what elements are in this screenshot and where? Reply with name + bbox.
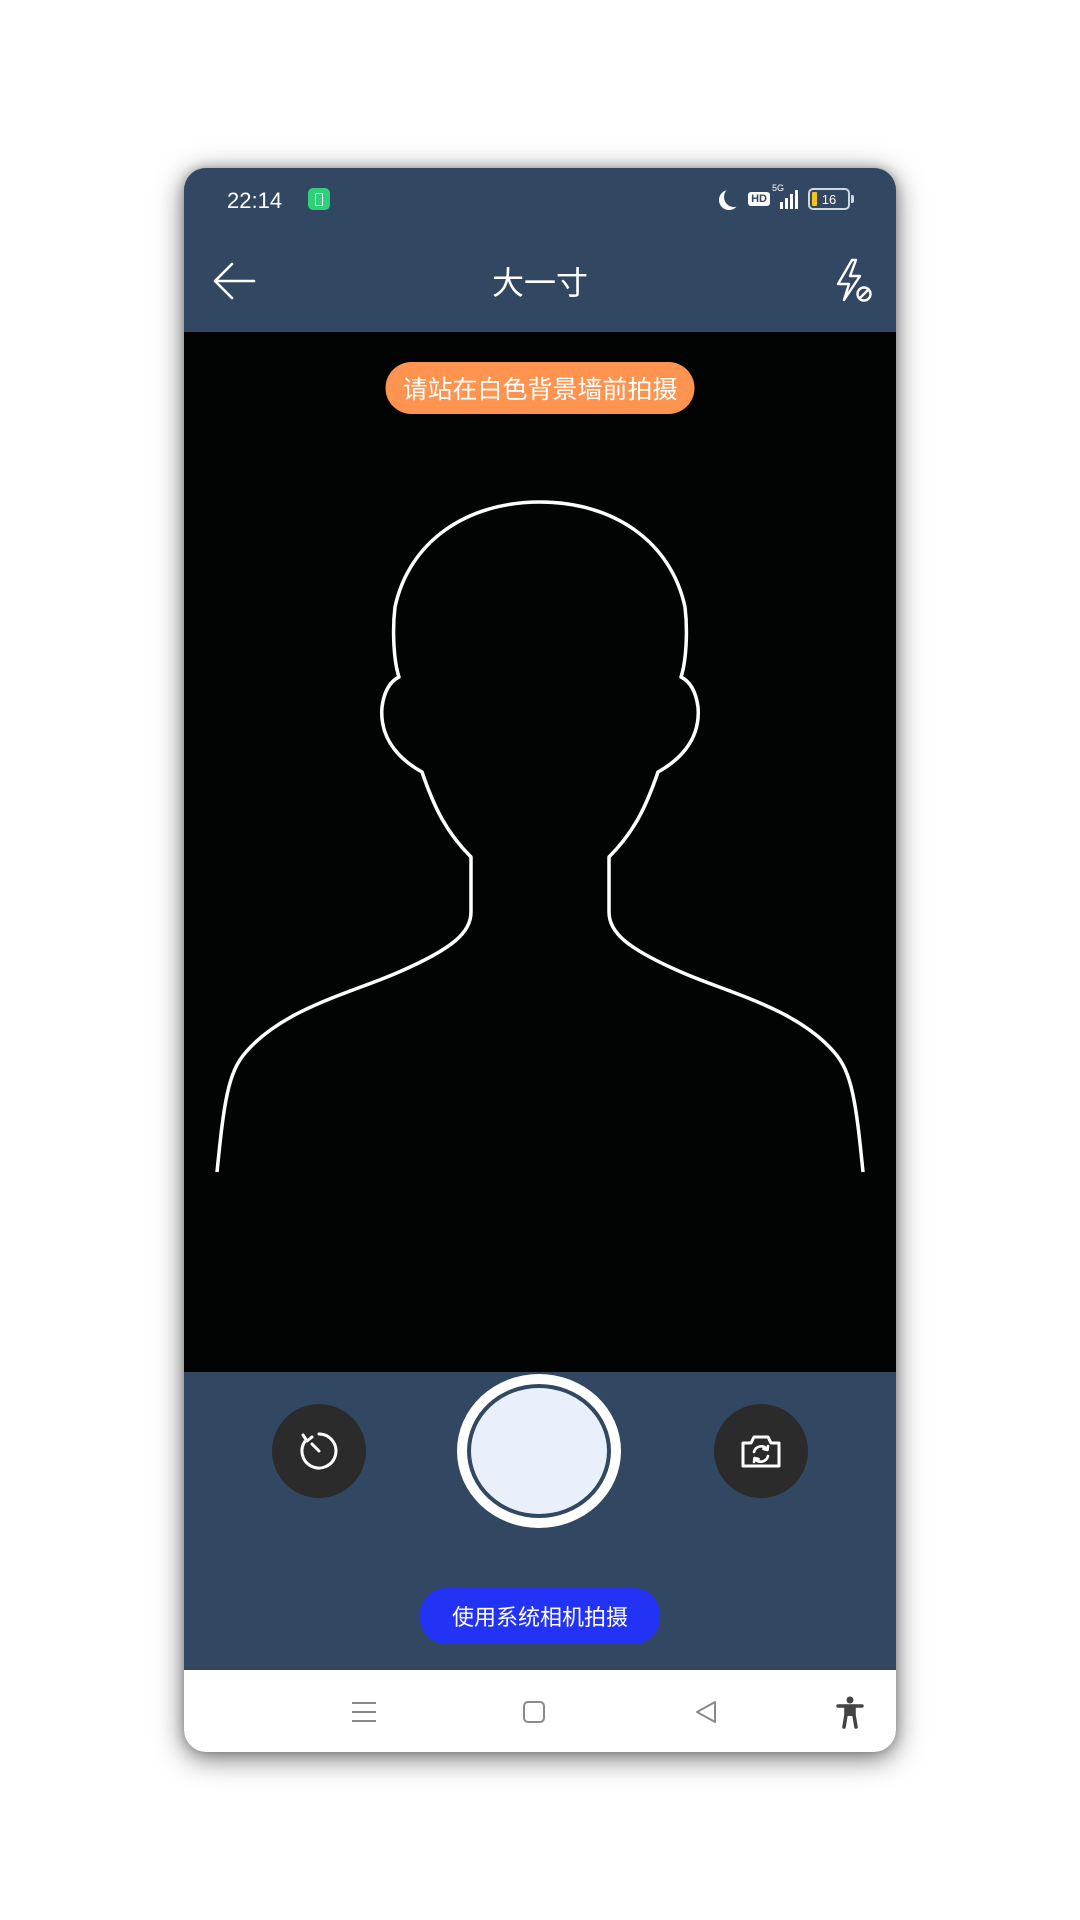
battery-level: 16 — [821, 191, 837, 207]
timer-icon — [300, 1432, 338, 1470]
status-bar: 22:14 HD 5G 16 — [184, 168, 896, 230]
menu-icon — [352, 1702, 376, 1722]
system-camera-button[interactable]: 使用系统相机拍摄 — [419, 1588, 661, 1644]
status-time: 22:14 — [227, 188, 283, 213]
system-nav-bar — [184, 1670, 896, 1752]
battery-icon: 16 — [808, 188, 854, 210]
home-icon — [523, 1701, 545, 1723]
nav-back-button[interactable] — [686, 1692, 726, 1732]
shutter-button[interactable] — [454, 1372, 624, 1530]
accessibility-icon — [836, 1696, 864, 1729]
nav-accessibility-button[interactable] — [830, 1692, 870, 1732]
timer-button[interactable] — [272, 1404, 366, 1498]
status-icons: HD 5G 16 — [718, 183, 854, 212]
hd-icon: HD — [748, 192, 770, 206]
flash-off-icon — [836, 258, 872, 302]
camera-controls: 使用系统相机拍摄 — [184, 1372, 896, 1670]
nav-home-button[interactable] — [514, 1692, 554, 1732]
camera-viewfinder[interactable]: 请站在白色背景墙前拍摄 — [184, 332, 896, 1372]
signal-5g-icon: 5G — [772, 183, 798, 209]
title-bar: 大一寸 — [184, 230, 896, 332]
page-title: 大一寸 — [491, 264, 588, 302]
flash-toggle-button[interactable] — [828, 254, 878, 308]
portrait-silhouette-outline — [215, 500, 865, 1173]
phone-screen: 22:14 HD 5G 16 大一寸 请站在白色背景墙前拍摄 使用系统相机拍摄 — [184, 168, 896, 1752]
shutter-ring — [457, 1374, 621, 1528]
switch-camera-icon — [741, 1435, 781, 1468]
moon-icon — [724, 187, 744, 207]
nav-menu-button[interactable] — [344, 1692, 384, 1732]
switch-camera-button[interactable] — [714, 1404, 808, 1498]
shutter-core — [467, 1384, 611, 1518]
network-label: 5G — [772, 183, 785, 193]
back-triangle-icon — [696, 1701, 716, 1723]
battery-saver-icon — [308, 188, 330, 210]
